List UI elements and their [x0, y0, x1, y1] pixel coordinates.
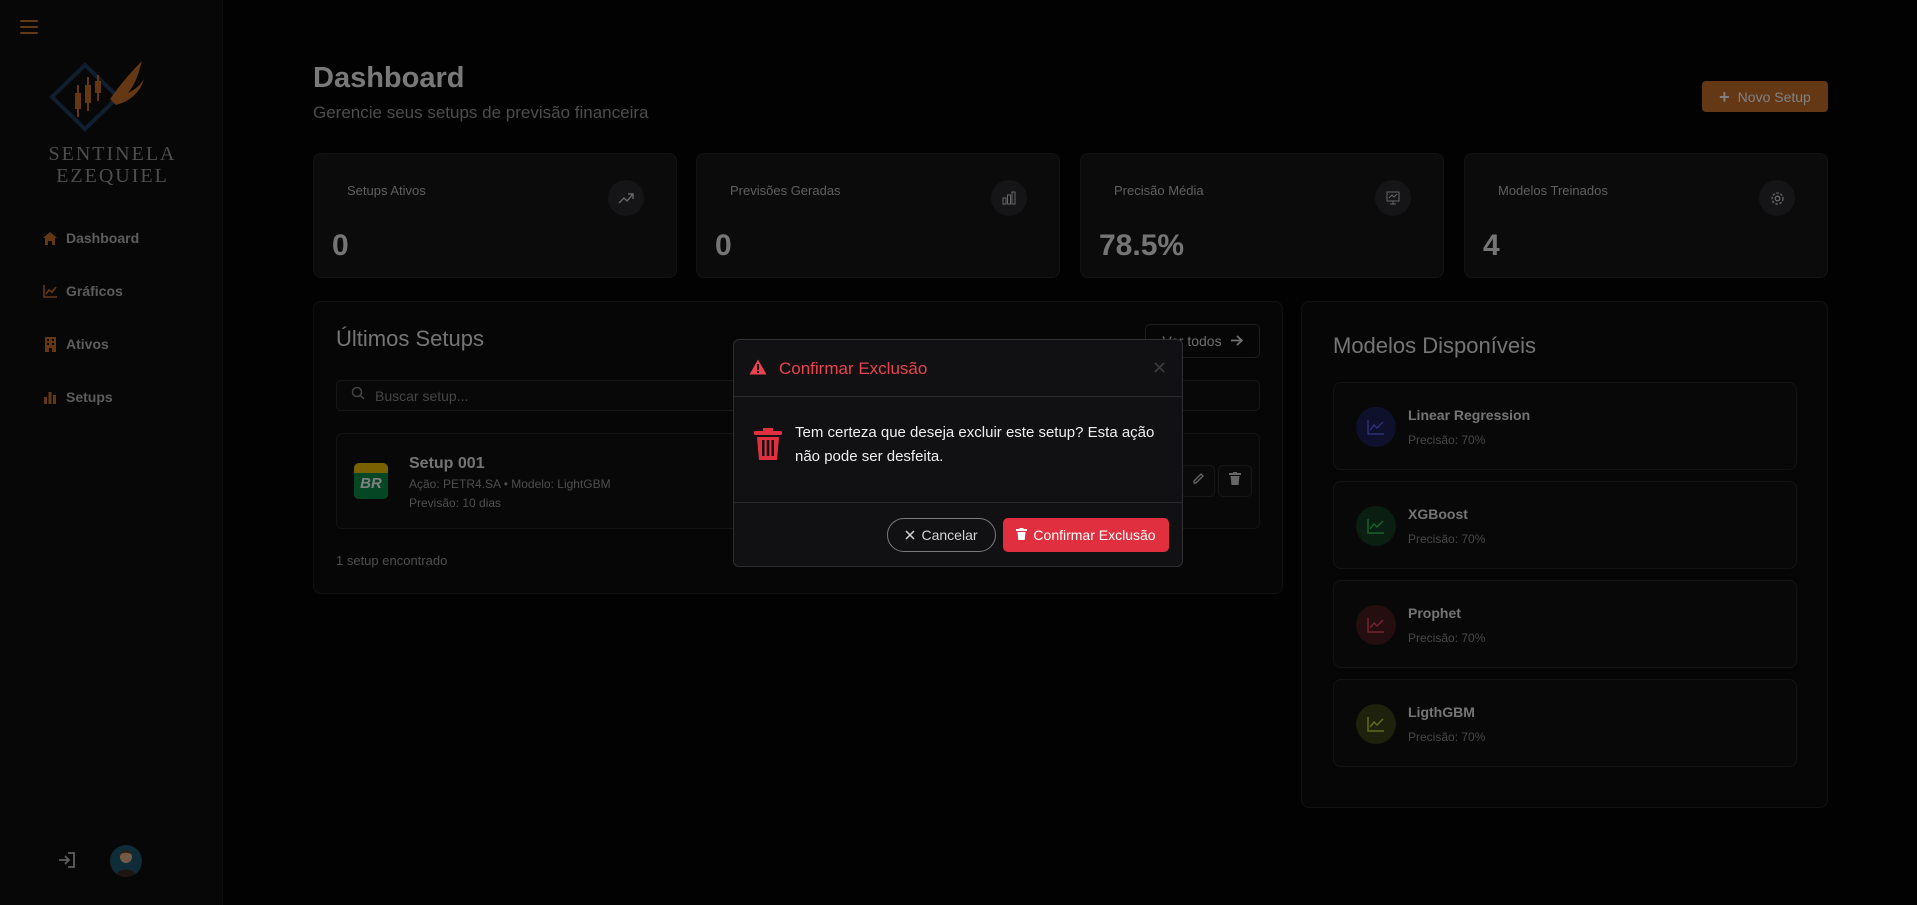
close-icon — [905, 527, 916, 543]
warning-icon — [749, 359, 767, 375]
confirm-delete-dialog: Confirmar Exclusão ✕ Tem certeza que des… — [733, 339, 1183, 567]
modal-header: Confirmar Exclusão ✕ — [734, 340, 1182, 397]
close-icon[interactable]: ✕ — [1152, 358, 1167, 379]
confirm-delete-button[interactable]: Confirmar Exclusão — [1003, 518, 1169, 552]
modal-message: Tem certeza que deseja excluir este setu… — [795, 424, 1155, 465]
cancel-label: Cancelar — [921, 527, 978, 543]
trash-icon — [754, 428, 782, 460]
cancel-button[interactable]: Cancelar — [887, 518, 996, 552]
trash-icon — [1016, 527, 1028, 543]
modal-divider — [734, 502, 1182, 503]
modal-title: Confirmar Exclusão — [779, 359, 928, 378]
confirm-label: Confirmar Exclusão — [1033, 527, 1156, 543]
